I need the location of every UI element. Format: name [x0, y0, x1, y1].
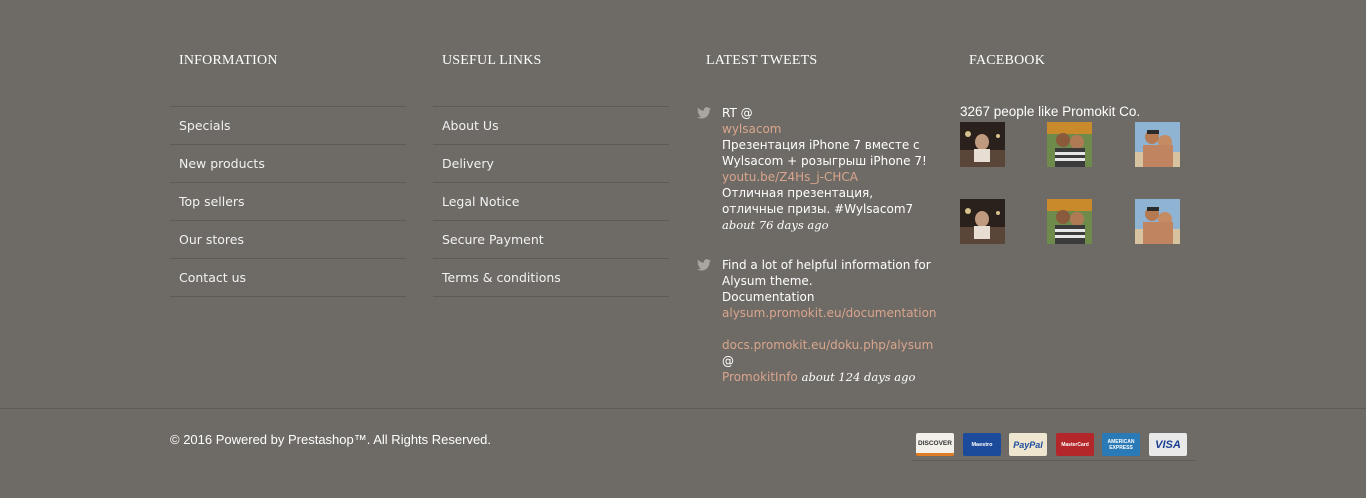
tweet-url-link-2[interactable]: docs.promokit.eu/doku.php/alysum — [722, 337, 937, 353]
facebook-likes-text: 3267 people like Promokit Co. — [960, 104, 1141, 119]
link-secure-payment[interactable]: Secure Payment — [433, 221, 669, 259]
footer-divider — [0, 408, 1366, 409]
payment-methods: DISCOVER Maestro PayPal MasterCard AMERI… — [911, 428, 1195, 461]
twitter-icon — [697, 107, 711, 119]
tweet-time: about 76 days ago — [722, 218, 829, 232]
facebook-fan-avatar[interactable] — [960, 199, 1005, 244]
maestro-icon: Maestro — [963, 433, 1001, 456]
facebook-fan-avatar[interactable] — [1135, 122, 1180, 167]
tweet-text: Презентация iPhone 7 вместе с Wylsacom +… — [722, 138, 927, 168]
link-new-products[interactable]: New products — [170, 145, 406, 183]
facebook-fan-avatar[interactable] — [1047, 199, 1092, 244]
link-our-stores[interactable]: Our stores — [170, 221, 406, 259]
tweet-item: Find a lot of helpful information for Al… — [697, 257, 937, 385]
link-terms-conditions[interactable]: Terms & conditions — [433, 259, 669, 297]
link-contact-us[interactable]: Contact us — [170, 259, 406, 297]
facebook-fan-avatar[interactable] — [960, 122, 1005, 167]
link-about-us[interactable]: About Us — [433, 107, 669, 145]
useful-links-title: USEFUL LINKS — [442, 53, 542, 68]
tweet-time: about 124 days ago — [801, 370, 916, 384]
tweet-text-2: Отличная презентация, отличные призы. #W… — [722, 186, 914, 216]
link-top-sellers[interactable]: Top sellers — [170, 183, 406, 221]
mastercard-icon: MasterCard — [1056, 433, 1094, 456]
visa-icon: VISA — [1149, 433, 1187, 456]
useful-links-list: About Us Delivery Legal Notice Secure Pa… — [433, 106, 669, 297]
tweet-handle-link[interactable]: PromokitInfo — [722, 370, 798, 384]
latest-tweets-title: LATEST TWEETS — [706, 53, 818, 68]
tweet-text: Find a lot of helpful information for Al… — [722, 258, 931, 288]
facebook-title: FACEBOOK — [969, 53, 1046, 68]
twitter-icon — [697, 259, 711, 271]
tweet-url-link[interactable]: alysum.promokit.eu/documentation — [722, 305, 937, 321]
link-specials[interactable]: Specials — [170, 107, 406, 145]
american-express-icon: AMERICAN EXPRESS — [1102, 433, 1140, 456]
link-legal-notice[interactable]: Legal Notice — [433, 183, 669, 221]
tweet-at: @ — [722, 354, 734, 368]
facebook-fan-avatar[interactable] — [1135, 199, 1180, 244]
tweet-url-link[interactable]: youtu.be/Z4Hs_j-CHCA — [722, 169, 937, 185]
tweet-text-2: Documentation — [722, 290, 815, 304]
tweet-item: RT @ wylsacom Презентация iPhone 7 вмест… — [697, 105, 937, 233]
link-delivery[interactable]: Delivery — [433, 145, 669, 183]
discover-icon: DISCOVER — [916, 433, 954, 456]
facebook-fan-avatar[interactable] — [1047, 122, 1092, 167]
information-title: INFORMATION — [179, 53, 278, 68]
copyright-text: © 2016 Powered by Prestashop™. All Right… — [170, 432, 492, 447]
tweet-handle-link[interactable]: wylsacom — [722, 121, 937, 137]
information-list: Specials New products Top sellers Our st… — [170, 106, 406, 297]
paypal-icon: PayPal — [1009, 433, 1047, 456]
tweet-prefix: RT @ — [722, 106, 753, 120]
